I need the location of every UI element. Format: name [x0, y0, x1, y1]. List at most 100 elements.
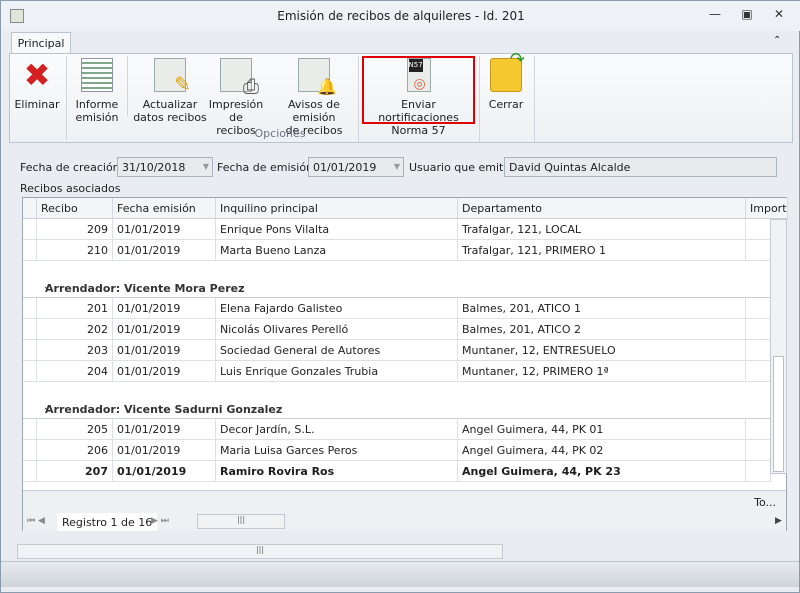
cell-importe	[746, 298, 771, 319]
table-row[interactable]: 206 01/01/2019 Maria Luisa Garces Peros Ang…	[23, 440, 771, 461]
avisos-button[interactable]: 🔔 Avisos de emisión de recibos	[268, 58, 360, 137]
tab-principal[interactable]: Principal	[11, 32, 71, 54]
record-counter: Registro 1 de 16	[57, 513, 158, 531]
cell-recibo: 204	[37, 361, 113, 382]
table-row[interactable]: 210 01/01/2019 Marta Bueno Lanza Trafalgar,…	[23, 240, 771, 261]
informe-emision-button[interactable]: Informe emisión	[70, 58, 124, 124]
row-indicator	[23, 340, 37, 361]
creation-date-field[interactable]: 31/10/2018 ▼	[117, 157, 213, 177]
restore-button[interactable]: ▣	[737, 7, 757, 25]
cell-fecha: 01/01/2019	[113, 298, 216, 319]
cell-fecha: 01/01/2019	[113, 440, 216, 461]
table-row[interactable]: 202 01/01/2019 Nicolás Olivares Perelló Bal…	[23, 319, 771, 340]
cell-inquilino: Maria Luisa Garces Peros	[216, 440, 458, 461]
button-label: Actualizar	[142, 98, 198, 111]
cell-importe	[746, 440, 771, 461]
report-icon	[81, 58, 113, 92]
window: Emisión de recibos de alquileres - Id. 2…	[0, 0, 800, 593]
group-label: Arrendador: Vicente Sadurni Gonzalez	[45, 403, 283, 416]
table-row[interactable]: 209 01/01/2019 Enrique Pons Vilalta Trafalg…	[23, 219, 771, 240]
cell-fecha: 01/01/2019	[113, 340, 216, 361]
row-indicator	[23, 240, 37, 261]
receipts-grid: Recibo Fecha emisión Inquilino principal…	[22, 197, 788, 531]
row-indicator	[23, 461, 37, 482]
n57-broadcast-icon: N57 ◎	[406, 58, 431, 92]
outer-scrollbar-thumb[interactable]: |||	[17, 544, 503, 559]
cell-importe	[746, 219, 771, 240]
first-record-icon[interactable]: ⏮ ◀	[27, 516, 45, 526]
row-indicator	[23, 440, 37, 461]
button-label: Cerrar	[488, 98, 524, 111]
cell-departamento: Angel Guimera, 44, PK 23	[458, 461, 746, 482]
cell-departamento: Angel Guimera, 44, PK 02	[458, 440, 746, 461]
cell-inquilino: Sociedad General de Autores	[216, 340, 458, 361]
vertical-scrollbar[interactable]	[770, 219, 787, 474]
eliminar-button[interactable]: ✖ Eliminar	[14, 58, 60, 111]
emission-date-label: Fecha de emisión:	[217, 161, 317, 174]
row-indicator	[23, 419, 37, 440]
cell-fecha: 01/01/2019	[113, 419, 216, 440]
actualizar-button[interactable]: ✎ Actualizar datos recibos	[132, 58, 208, 124]
table-row[interactable]: 207 01/01/2019 Ramiro Rovira Ros Angel Guim…	[23, 461, 771, 482]
user-field[interactable]: David Quintas Alcalde	[504, 157, 777, 177]
chevron-down-icon[interactable]: ⌄	[43, 403, 51, 413]
cell-departamento: Balmes, 201, ATICO 2	[458, 319, 746, 340]
impresion-button[interactable]: ⎙ Impresión de recibos	[208, 58, 264, 137]
row-indicator	[23, 219, 37, 240]
cell-departamento: Angel Guimera, 44, PK 01	[458, 419, 746, 440]
cell-inquilino: Decor Jardín, S.L.	[216, 419, 458, 440]
emission-date-field[interactable]: 01/01/2019 ▼	[308, 157, 404, 177]
button-label: Eliminar	[14, 98, 60, 111]
enviar-notificaciones-button[interactable]: N57 ◎ Enviar nortificaciones Norma 57	[362, 58, 475, 137]
title-bar: Emisión de recibos de alquileres - Id. 2…	[1, 1, 800, 31]
cell-departamento: Muntaner, 12, ENTRESUELO	[458, 340, 746, 361]
cell-fecha: 01/01/2019	[113, 361, 216, 382]
cell-recibo: 206	[37, 440, 113, 461]
chevron-down-icon[interactable]: ⌄	[43, 282, 51, 292]
cell-inquilino: Elena Fajardo Galisteo	[216, 298, 458, 319]
folder-exit-icon: ↷	[490, 51, 525, 92]
scrollbar-thumb[interactable]	[773, 356, 784, 472]
chevron-down-icon[interactable]: ▼	[394, 162, 400, 171]
cell-importe	[746, 319, 771, 340]
cell-recibo: 207	[37, 461, 113, 482]
cell-inquilino: Nicolás Olivares Perelló	[216, 319, 458, 340]
button-label: Impresión	[208, 98, 264, 111]
alert-bell-icon: 🔔	[298, 58, 337, 95]
cell-inquilino: Ramiro Rovira Ros	[216, 461, 458, 482]
user-label: Usuario que emite:	[409, 161, 514, 174]
group-label: Arrendador: Vicente Mora Perez	[45, 282, 245, 295]
table-row[interactable]: 201 01/01/2019 Elena Fajardo Galisteo Balme…	[23, 298, 771, 319]
cerrar-button[interactable]: ↷ Cerrar	[484, 51, 528, 112]
cell-recibo: 205	[37, 419, 113, 440]
collapse-ribbon-button[interactable]: ⌃	[773, 35, 781, 46]
printer-icon: ⎙	[220, 58, 259, 96]
minimize-button[interactable]: —	[705, 7, 725, 25]
total-summary: To...	[754, 496, 776, 509]
button-label: Norma 57	[391, 124, 446, 137]
cell-fecha: 01/01/2019	[113, 219, 216, 240]
horizontal-scrollbar-thumb[interactable]: |||	[197, 514, 285, 529]
cell-importe	[746, 419, 771, 440]
cell-recibo: 203	[37, 340, 113, 361]
table-row[interactable]: 203 01/01/2019 Sociedad General de Autores…	[23, 340, 771, 361]
table-row[interactable]: 204 01/01/2019 Luis Enrique Gonzales Trubi…	[23, 361, 771, 382]
cell-departamento: Balmes, 201, ATICO 1	[458, 298, 746, 319]
cell-importe	[746, 340, 771, 361]
chevron-down-icon[interactable]: ▼	[203, 162, 209, 171]
button-label: emisión	[75, 111, 119, 124]
row-indicator	[23, 319, 37, 340]
scroll-right-icon[interactable]: ▶	[775, 516, 782, 526]
group-row[interactable]: ⌄ Arrendador: Vicente Sadurni Gonzalez	[23, 399, 771, 419]
cell-fecha: 01/01/2019	[113, 240, 216, 261]
group-row[interactable]: ⌄ Arrendador: Vicente Mora Perez	[23, 278, 771, 298]
cell-importe	[746, 361, 771, 382]
cell-recibo: 202	[37, 319, 113, 340]
last-record-icon[interactable]: ▶ ⏭	[151, 516, 169, 526]
status-bar	[1, 561, 799, 587]
row-indicator	[23, 361, 37, 382]
table-row[interactable]: 205 01/01/2019 Decor Jardín, S.L. Angel Gui…	[23, 419, 771, 440]
cell-inquilino: Luis Enrique Gonzales Trubia	[216, 361, 458, 382]
navigator-bar: ⏮ ◀ Registro 1 de 16 ▶ ⏭ ||| ▶	[23, 513, 786, 531]
close-button[interactable]: ✕	[769, 7, 789, 25]
